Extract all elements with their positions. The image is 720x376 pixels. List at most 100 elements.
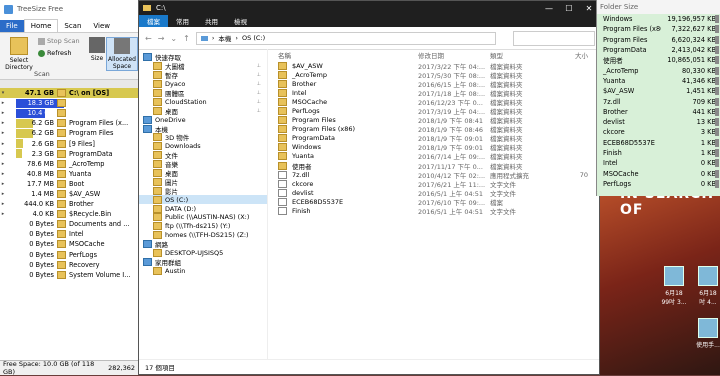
tab-share[interactable]: 共用 [197, 15, 226, 27]
sidebar-item[interactable]: 3D 物件 [139, 133, 267, 142]
row-selector[interactable] [715, 97, 719, 106]
tree-row[interactable]: ▸ 2.6 GB [9 Files] [0, 138, 138, 148]
file-row[interactable]: Finish 2016/5/1 上午 04:51 文字文件 [278, 207, 599, 216]
tree-row[interactable]: 0 Bytes Intel [0, 229, 138, 239]
row-selector[interactable] [715, 87, 719, 96]
search-input[interactable] [513, 30, 595, 46]
row-selector[interactable] [715, 15, 719, 24]
column-header-type[interactable]: 類型 [490, 50, 558, 60]
row-selector[interactable] [715, 107, 719, 116]
sidebar-item[interactable]: homes (\\TFH-DS215) (Z:) [139, 231, 267, 240]
sidebar-item[interactable]: 團體區 ⊥ [139, 89, 267, 97]
folder-size-row[interactable]: Intel 0 KB [597, 158, 720, 168]
tree-row[interactable]: 0 Bytes Recovery [0, 260, 138, 270]
sidebar-item[interactable]: 網路 [139, 240, 267, 249]
tab-file[interactable]: File [0, 20, 24, 32]
folder-size-row[interactable]: 使用者 10,865,051 KB [597, 55, 720, 65]
sidebar-item[interactable]: 影片 [139, 186, 267, 195]
row-selector[interactable] [715, 56, 719, 65]
folder-size-row[interactable]: Finish 1 KB [597, 148, 720, 158]
folder-size-row[interactable]: Windows 19,196,957 KB [597, 14, 720, 24]
folder-size-row[interactable]: $AV_ASW 1,451 KB [597, 86, 720, 96]
up-arrow-icon[interactable]: ↑ [183, 34, 190, 43]
row-selector[interactable] [715, 138, 719, 147]
folder-size-row[interactable]: Yuanta 41,346 KB [597, 76, 720, 86]
sidebar-item[interactable]: OS (C:) [139, 195, 267, 205]
row-selector[interactable] [715, 149, 719, 157]
tree-row[interactable]: ▸ 1.4 MB $AV_ASW [0, 189, 138, 199]
sidebar-item[interactable]: ftp (\\Tfh-ds215) (Y:) [139, 222, 267, 231]
stop-scan-button[interactable]: Stop Scan [38, 37, 80, 45]
row-selector[interactable] [715, 169, 719, 178]
sidebar-item[interactable]: Austin [139, 266, 267, 275]
tree-row[interactable]: ▾ 47.1 GB C:\ on [OS] [0, 88, 138, 99]
maximize-button[interactable]: ☐ [559, 4, 579, 13]
tree-row[interactable]: 0 Bytes MSOCache [0, 239, 138, 249]
desktop-shortcut[interactable]: 6月18 99吋 3... [660, 266, 688, 306]
folder-size-row[interactable]: Brother 441 KB [597, 107, 720, 117]
back-arrow-icon[interactable]: ← [145, 34, 152, 43]
row-selector[interactable] [715, 159, 719, 168]
folder-size-row[interactable]: ckcore 3 KB [597, 127, 720, 137]
sidebar-item[interactable]: 文件 [139, 151, 267, 160]
select-directory-button[interactable]: Select Directory [4, 37, 34, 71]
pin-icon[interactable]: ⊥ [257, 81, 261, 87]
address-bar[interactable]: › 本機 › OS (C:) [195, 31, 496, 45]
tree-row[interactable]: 0 Bytes PerfLogs [0, 250, 138, 260]
tab-home[interactable]: Home [23, 19, 59, 32]
pin-icon[interactable]: ⊥ [257, 90, 261, 96]
folder-size-row[interactable]: Program Files (x86) 7,322,627 KB [597, 24, 720, 34]
tree-row[interactable]: ▸ 4.0 KB $Recycle.Bin [0, 209, 138, 219]
desktop-shortcut[interactable]: 6月18 吋 4... [694, 266, 720, 306]
sidebar-item[interactable]: 暫存 ⊥ [139, 71, 267, 80]
row-selector[interactable] [715, 66, 719, 75]
breadcrumb-os-c[interactable]: OS (C:) [242, 34, 265, 42]
tree-row[interactable]: 0 Bytes Documents and ... [0, 219, 138, 229]
row-selector[interactable] [715, 118, 719, 127]
sidebar-item[interactable]: Downloads [139, 142, 267, 151]
row-selector[interactable] [715, 76, 719, 85]
tree-row[interactable]: ▸ 18.3 GB Windows [0, 98, 138, 108]
row-selector[interactable] [715, 46, 719, 55]
folder-size-row[interactable]: ProgramData 2,413,042 KB [597, 45, 720, 55]
folder-size-row[interactable]: 7z.dll 709 KB [597, 96, 720, 106]
folder-size-row[interactable]: PerfLogs 0 KB [597, 179, 720, 189]
sidebar-item[interactable]: 桌面 [139, 169, 267, 177]
pin-icon[interactable]: ⊥ [257, 63, 261, 69]
folder-size-row[interactable]: _AcroTemp 80,330 KB [597, 65, 720, 75]
tree-row[interactable]: 0 Bytes System Volume I... [0, 270, 138, 280]
column-header-size[interactable]: 大小 [558, 50, 588, 60]
row-selector[interactable] [715, 128, 719, 137]
minimize-button[interactable]: — [539, 4, 559, 13]
sidebar-item[interactable]: DESKTOP-UJSISQ5 [139, 249, 267, 258]
tree-row[interactable]: ▸ 2.3 GB ProgramData [0, 149, 138, 159]
row-selector[interactable] [715, 179, 719, 188]
row-selector[interactable] [715, 25, 719, 34]
tab-home[interactable]: 常用 [168, 15, 197, 27]
tab-file[interactable]: 檔案 [139, 15, 168, 27]
folder-size-row[interactable]: MSOCache 0 KB [597, 168, 720, 178]
chevron-down-icon[interactable]: ⌄ [170, 34, 177, 43]
column-header-name[interactable]: 名稱 [278, 50, 418, 60]
desktop-shortcut[interactable]: 使用手... [694, 318, 720, 349]
sidebar-item[interactable]: 桌面 ⊥ [139, 106, 267, 115]
row-selector[interactable] [715, 35, 719, 44]
folder-size-row[interactable]: Program Files 6,620,324 KB [597, 35, 720, 45]
tree-row[interactable]: ▸ 78.6 MB _AcroTemp [0, 159, 138, 169]
tree-row[interactable]: ▸ 444.0 KB Brother [0, 199, 138, 209]
sidebar-item[interactable]: 圖片 [139, 177, 267, 186]
sidebar-item[interactable]: 大圖檔 ⊥ [139, 62, 267, 71]
tree-row[interactable]: ▸ 6.2 GB Program Files [0, 128, 138, 138]
tab-scan[interactable]: Scan [58, 20, 87, 32]
tree-row[interactable]: ▸ 40.8 MB Yuanta [0, 169, 138, 179]
forward-arrow-icon[interactable]: → [158, 34, 165, 43]
folder-size-row[interactable]: devlist 13 KB [597, 117, 720, 127]
pin-icon[interactable]: ⊥ [257, 72, 261, 78]
sidebar-item[interactable]: 本機 [139, 124, 267, 133]
sidebar-item[interactable]: 家用群組 [139, 257, 267, 266]
folder-size-row[interactable]: ECEB68D5537E 1 KB [597, 138, 720, 148]
sidebar-item[interactable]: DATA (D:) [139, 204, 267, 213]
tab-view[interactable]: View [87, 20, 116, 32]
sidebar-item[interactable]: Public (\\AUSTIN-NAS) (X:) [139, 213, 267, 222]
sidebar-item[interactable]: 快速存取 [139, 53, 267, 62]
